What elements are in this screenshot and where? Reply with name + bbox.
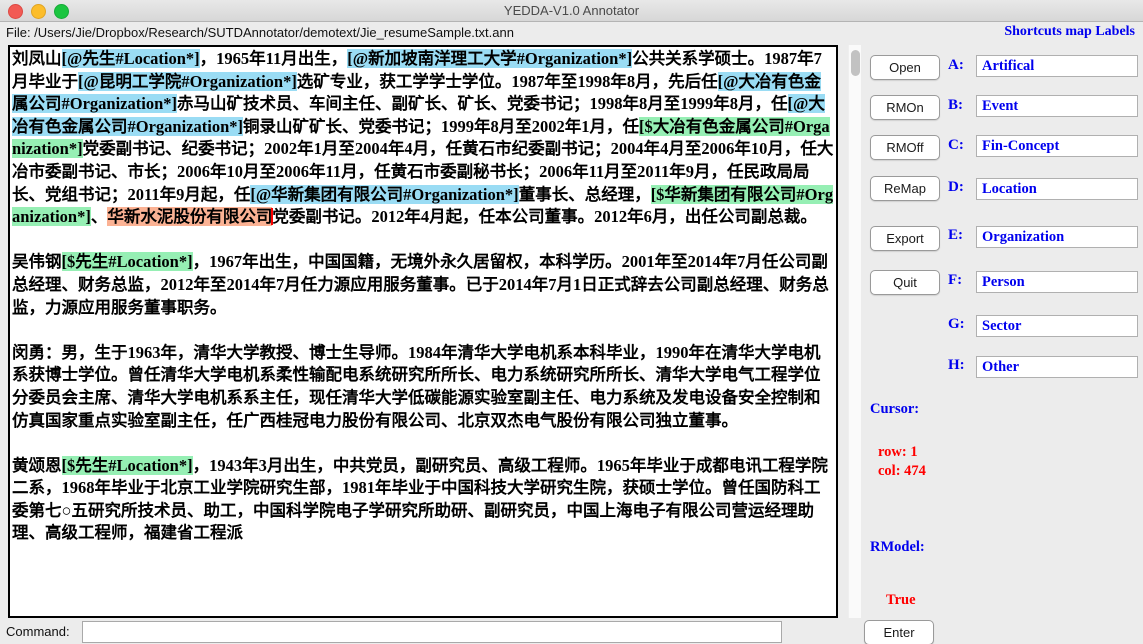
vertical-scrollbar[interactable] — [848, 45, 861, 618]
shortcut-key-h: H: — [948, 357, 965, 373]
plain-text-run[interactable]: 董事长、总经理， — [519, 185, 651, 204]
label-field-c[interactable]: Fin-Concept — [976, 135, 1138, 157]
file-path-label: File: /Users/Jie/Dropbox/Research/SUTDAn… — [6, 25, 514, 40]
plain-text-run[interactable]: ，1965年11月出生， — [200, 49, 348, 68]
annotated-paragraph[interactable]: 闵勇：男，生于1963年，清华大学教授、博士生导师。1984年清华大学电机系本科… — [12, 342, 834, 432]
command-input[interactable] — [82, 621, 782, 643]
rmon-button[interactable]: RMOn — [870, 95, 940, 120]
title-bar: YEDDA-V1.0 Annotator — [0, 0, 1143, 22]
cursor-position-value: row: 1 col: 474 — [878, 444, 926, 479]
annotation-span-blue[interactable]: [@华新集团有限公司#Organization*] — [250, 184, 519, 204]
plain-text-run[interactable]: 铜录山矿矿长、党委书记；1999年8月至2002年1月，任 — [243, 117, 639, 136]
label-field-g[interactable]: Sector — [976, 315, 1138, 337]
label-field-f[interactable]: Person — [976, 271, 1138, 293]
cursor-heading: Cursor: — [870, 401, 920, 417]
rmodel-value: True — [886, 592, 916, 608]
plain-text-run[interactable]: 选矿专业，获工学学士学位。1987年至1998年8月，先后任 — [297, 72, 718, 91]
window-title: YEDDA-V1.0 Annotator — [503, 3, 640, 18]
annotation-span-green[interactable]: [$先生#Location*] — [61, 455, 193, 475]
plain-text-run[interactable]: 党委副书记。2012年4月起，任本公司董事。2012年6月，出任公司副总裁。 — [272, 207, 817, 226]
annotation-text-area[interactable]: 刘凤山[@先生#Location*]，1965年11月出生，[@新加坡南洋理工大… — [8, 45, 838, 618]
annotation-span-selection[interactable]: 华新水泥股份有限公司 — [107, 207, 273, 227]
command-label: Command: — [6, 624, 70, 639]
shortcut-key-g: G: — [948, 316, 965, 332]
scrollbar-thumb[interactable] — [851, 50, 860, 76]
plain-text-run[interactable]: 黄颂恩 — [12, 456, 62, 475]
shortcut-key-f: F: — [948, 272, 963, 288]
shortcut-key-d: D: — [948, 179, 964, 195]
shortcut-key-b: B: — [948, 97, 963, 113]
annotated-paragraph[interactable]: 黄颂恩[$先生#Location*]，1943年3月出生，中共党员，副研究员、高… — [12, 455, 834, 545]
plain-text-run[interactable]: 吴伟钢 — [12, 252, 62, 271]
label-field-b[interactable]: Event — [976, 95, 1138, 117]
annotated-paragraph[interactable]: 吴伟钢[$先生#Location*]，1967年出生，中国国籍，无境外永久居留权… — [12, 251, 834, 319]
export-button[interactable]: Export — [870, 226, 940, 251]
label-field-h[interactable]: Other — [976, 356, 1138, 378]
shortcut-key-e: E: — [948, 227, 963, 243]
remap-button[interactable]: ReMap — [870, 176, 940, 201]
plain-text-run[interactable]: 闵勇：男，生于1963年，清华大学教授、博士生导师。1984年清华大学电机系本科… — [12, 343, 821, 430]
shortcut-key-a: A: — [948, 57, 964, 73]
label-field-e[interactable]: Organization — [976, 226, 1138, 248]
open-button[interactable]: Open — [870, 55, 940, 80]
control-sidebar: Open RMOn RMOff ReMap Export Quit A: Art… — [864, 45, 1139, 618]
plain-text-run[interactable]: 赤马山矿技术员、车间主任、副矿长、矿长、党委书记；1998年8月至1999年8月… — [177, 94, 788, 113]
annotator-window: YEDDA-V1.0 Annotator File: /Users/Jie/Dr… — [0, 0, 1143, 644]
annotation-span-blue[interactable]: [@昆明工学院#Organization*] — [78, 71, 297, 91]
plain-text-run[interactable]: 、 — [91, 207, 108, 226]
enter-button[interactable]: Enter — [864, 620, 934, 644]
shortcuts-map-labels-link[interactable]: Shortcuts map Labels — [1004, 24, 1135, 40]
annotation-span-green[interactable]: [$先生#Location*] — [61, 252, 193, 272]
annotation-text-content[interactable]: 刘凤山[@先生#Location*]，1965年11月出生，[@新加坡南洋理工大… — [10, 47, 836, 545]
rmoff-button[interactable]: RMOff — [870, 135, 940, 160]
quit-button[interactable]: Quit — [870, 270, 940, 295]
annotation-span-blue[interactable]: [@先生#Location*] — [61, 49, 200, 68]
shortcut-key-c: C: — [948, 137, 964, 153]
label-field-a[interactable]: Artifical — [976, 55, 1138, 77]
label-field-d[interactable]: Location — [976, 178, 1138, 200]
annotated-paragraph[interactable]: 刘凤山[@先生#Location*]，1965年11月出生，[@新加坡南洋理工大… — [12, 48, 834, 229]
rmodel-heading: RModel: — [870, 539, 925, 555]
file-path-row: File: /Users/Jie/Dropbox/Research/SUTDAn… — [0, 22, 1143, 46]
annotation-span-blue[interactable]: [@新加坡南洋理工大学#Organization*] — [347, 49, 633, 68]
plain-text-run[interactable]: 刘凤山 — [12, 49, 62, 68]
